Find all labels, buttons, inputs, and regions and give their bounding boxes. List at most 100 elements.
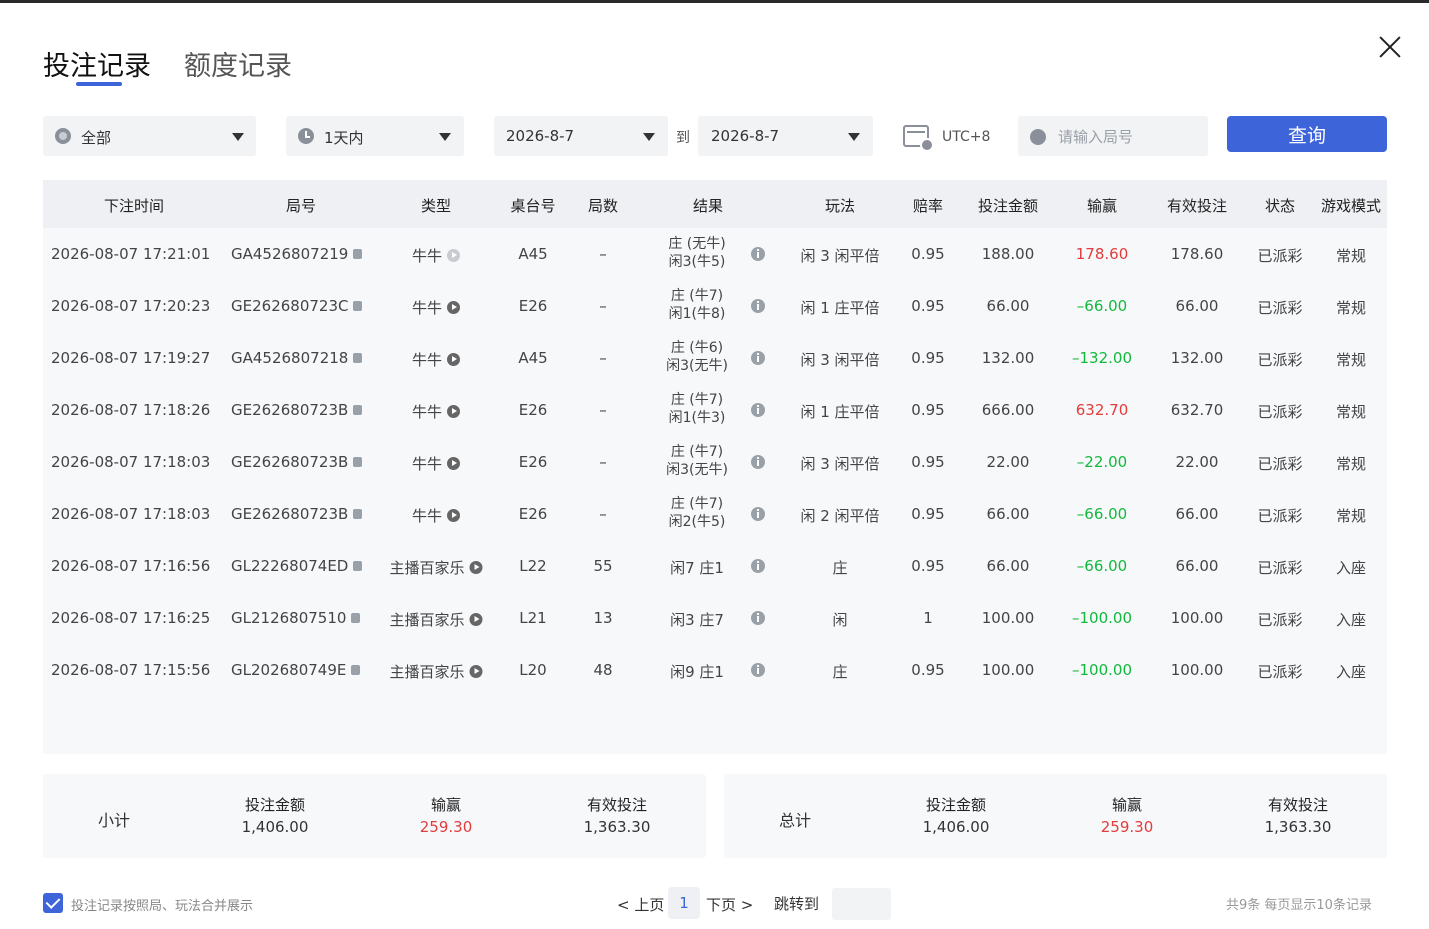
odds: 0.95	[911, 401, 945, 419]
odds: 0.95	[911, 557, 945, 575]
calendar-timezone-icon[interactable]	[903, 125, 934, 152]
merge-checkbox[interactable]	[43, 893, 63, 913]
info-icon[interactable]	[751, 403, 765, 417]
jump-to-input[interactable]	[832, 888, 891, 920]
info-icon[interactable]	[751, 611, 765, 625]
round-count: –	[599, 401, 607, 419]
column-header-win: 输赢	[1086, 197, 1118, 215]
copy-icon[interactable]	[353, 405, 363, 415]
table-id: A45	[518, 245, 548, 263]
play-replay-icon[interactable]	[469, 613, 483, 626]
play-type: 庄	[832, 559, 848, 577]
result-player: 闲3(牛5)	[668, 254, 726, 270]
tab-limit-records[interactable]: 额度记录	[184, 44, 292, 83]
query-button[interactable]: 查询	[1227, 116, 1387, 152]
info-icon[interactable]	[751, 455, 765, 469]
table-row[interactable]: 2026-08-07 17:20:23 GE262680723C 牛牛 E26 – 庄 (…	[43, 280, 1387, 332]
table-row[interactable]: 2026-08-07 17:21:01 GA4526807219 牛牛 A45 – 庄 (…	[43, 228, 1387, 280]
copy-icon[interactable]	[353, 301, 363, 311]
jump-to-label: 跳转到	[774, 895, 820, 913]
chevron-down-icon	[232, 133, 244, 141]
merge-checkbox-label: 投注记录按照局、玩法合并展示	[71, 899, 254, 914]
table-row[interactable]: 2026-08-07 17:19:27 GA4526807218 牛牛 A45 – 庄 (…	[43, 332, 1387, 384]
game-mode: 常规	[1335, 507, 1367, 525]
table-row[interactable]: 2026-08-07 17:18:03 GE262680723B 牛牛 E26 – 庄 (…	[43, 488, 1387, 540]
result-banker: 庄 (无牛)	[668, 236, 726, 252]
round-search-input[interactable]	[1056, 124, 1205, 150]
category-select[interactable]: 全部	[43, 116, 256, 156]
prev-page-button[interactable]: < 上页	[617, 894, 664, 915]
result-cell: 庄 (牛7) 闲3(无牛)	[666, 443, 728, 479]
column-header-table: 桌台号	[510, 197, 556, 215]
subtotal-bet-label: 投注金额	[244, 796, 306, 814]
play-replay-icon[interactable]	[469, 665, 483, 678]
table-row[interactable]: 2026-08-07 17:18:03 GE262680723B 牛牛 E26 – 庄 (…	[43, 436, 1387, 488]
bet-time: 2026-08-07 17:18:03	[51, 505, 211, 523]
win-loss: 178.60	[1075, 245, 1129, 263]
copy-icon[interactable]	[351, 613, 361, 623]
round-id: GL22268074ED	[231, 557, 349, 575]
copy-icon[interactable]	[353, 561, 363, 571]
table-row[interactable]: 2026-08-07 17:18:26 GE262680723B 牛牛 E26 – 庄 (…	[43, 384, 1387, 436]
info-icon[interactable]	[751, 351, 765, 365]
play-replay-icon[interactable]	[447, 509, 461, 522]
status: 已派彩	[1257, 559, 1303, 577]
timezone-label: UTC+8	[942, 129, 991, 145]
close-icon[interactable]	[1376, 33, 1404, 61]
play-replay-icon[interactable]	[447, 353, 461, 366]
game-mode: 入座	[1335, 663, 1367, 681]
total-label: 总计	[778, 811, 812, 830]
play-replay-icon[interactable]	[447, 249, 461, 262]
copy-icon[interactable]	[353, 509, 363, 519]
play-type: 闲 3 闲平倍	[800, 247, 880, 265]
column-header-status: 状态	[1264, 197, 1296, 215]
game-type: 主播百家乐	[389, 559, 465, 577]
info-icon[interactable]	[751, 663, 765, 677]
result-banker: 庄 (牛7)	[670, 288, 724, 304]
odds: 0.95	[911, 453, 945, 471]
copy-icon[interactable]	[351, 665, 361, 675]
game-type-cell: 主播百家乐	[389, 557, 483, 578]
result-banker: 庄 (牛7)	[670, 392, 724, 408]
play-replay-icon[interactable]	[447, 405, 461, 418]
copy-icon[interactable]	[353, 249, 363, 259]
valid-bet: 632.70	[1170, 401, 1224, 419]
bet-time: 2026-08-07 17:16:56	[51, 557, 211, 575]
column-header-odds: 赔率	[912, 197, 944, 215]
info-icon[interactable]	[751, 299, 765, 313]
bet-amount: 100.00	[981, 661, 1035, 679]
round-count: 48	[593, 661, 613, 679]
next-page-button[interactable]: 下页 >	[706, 894, 753, 915]
table-row[interactable]: 2026-08-07 17:16:56 GL22268074ED 主播百家乐 L22 5…	[43, 540, 1387, 592]
play-replay-icon[interactable]	[447, 301, 461, 314]
date-to-select[interactable]: 2026-8-7	[698, 116, 873, 156]
time-range-select[interactable]: 1天内	[286, 116, 464, 156]
tab-bet-records[interactable]: 投注记录	[43, 44, 151, 83]
table-row[interactable]: 2026-08-07 17:16:25 GL2126807510 主播百家乐 L21 1…	[43, 592, 1387, 644]
info-icon[interactable]	[751, 247, 765, 261]
table-row[interactable]: 2026-08-07 17:15:56 GL202680749E 主播百家乐 L20 4…	[43, 644, 1387, 696]
play-replay-icon[interactable]	[447, 457, 461, 470]
active-tab-indicator	[76, 82, 122, 86]
info-icon[interactable]	[751, 507, 765, 521]
page-number-current[interactable]: 1	[668, 887, 700, 919]
play-type: 闲 3 闲平倍	[800, 351, 880, 369]
game-mode: 常规	[1335, 299, 1367, 317]
date-from-select[interactable]: 2026-8-7	[494, 116, 668, 156]
copy-icon[interactable]	[353, 457, 363, 467]
bet-amount: 666.00	[981, 401, 1035, 419]
copy-icon[interactable]	[353, 353, 363, 363]
result-player: 闲2(牛5)	[668, 514, 726, 530]
result-cell: 庄 (牛6) 闲3(无牛)	[666, 339, 728, 375]
round-search[interactable]	[1018, 116, 1208, 156]
table-id: E26	[518, 297, 548, 315]
odds: 0.95	[911, 349, 945, 367]
game-mode: 入座	[1335, 559, 1367, 577]
date-to-value: 2026-8-7	[711, 127, 780, 145]
result-banker: 庄 (牛7)	[670, 496, 724, 512]
subtotal-panel: 小计 投注金额 1,406.00 输赢 259.30 有效投注 1,363.30	[43, 774, 706, 858]
play-replay-icon[interactable]	[469, 561, 483, 574]
result-cell: 庄 (牛7) 闲2(牛5)	[669, 495, 726, 531]
bet-amount: 66.00	[986, 557, 1030, 575]
info-icon[interactable]	[751, 559, 765, 573]
